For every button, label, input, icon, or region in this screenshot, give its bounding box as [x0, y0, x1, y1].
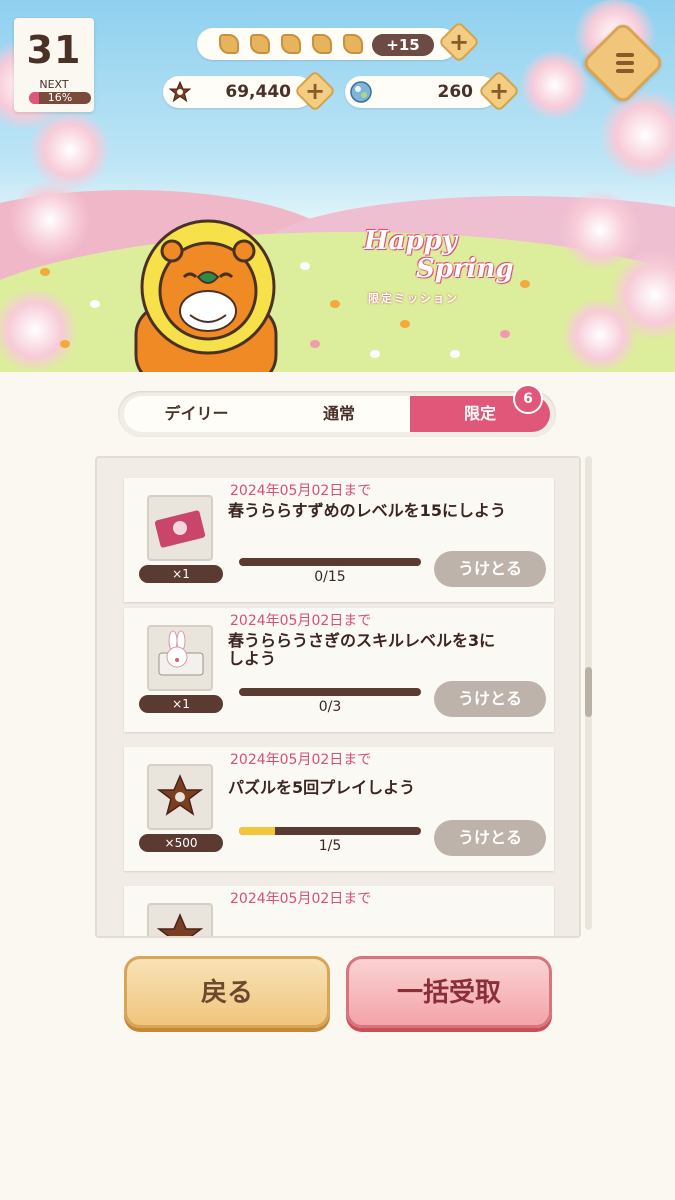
mission-deadline: 2024年05月02日まで	[230, 891, 372, 907]
ticket-icon	[154, 510, 206, 548]
mission-title: 春うららうさぎのスキルレベルを3にしよう	[228, 631, 496, 668]
mission-progress-fill	[239, 827, 276, 835]
stamina-cookie-icon	[281, 34, 301, 54]
mission-progress-text: 0/3	[318, 699, 342, 715]
reward-thumbnail	[147, 495, 213, 561]
mission-deadline: 2024年05月02日まで	[230, 613, 372, 629]
menu-icon-line	[616, 69, 634, 73]
mission-progress-text: 1/5	[318, 838, 342, 854]
reward-quantity: ×500	[139, 834, 223, 852]
gem-counter: 260	[345, 76, 497, 108]
mission-card: ×500 2024年05月02日まで パズルを5回プレイしよう 1/5 うけとる	[124, 747, 554, 871]
stamina-bonus: +15	[372, 34, 434, 56]
stamina-cookie-icon	[219, 34, 239, 54]
mission-card: ×1 2024年05月02日まで 春うららうさぎのスキルレベルを3にしよう 0/…	[124, 608, 554, 732]
claim-button[interactable]: うけとる	[434, 551, 546, 587]
mission-tabs: デイリー 通常 限定	[118, 391, 556, 437]
reward-thumbnail	[147, 625, 213, 691]
back-button[interactable]: 戻る	[124, 956, 330, 1028]
reward-thumbnail	[147, 764, 213, 830]
happy-spring-title: Happy Spring 限定ミッション	[362, 226, 522, 306]
plus-icon: +	[488, 77, 510, 105]
stamina-cookie-icon	[312, 34, 332, 54]
menu-icon	[616, 53, 634, 57]
tab-limited-count-badge: 6	[513, 384, 543, 414]
menu-icon-line	[616, 61, 634, 65]
claim-button[interactable]: うけとる	[434, 820, 546, 856]
mission-list[interactable]: ×1 2024年05月02日まで 春うららすずめのレベルを15にしよう 0/15…	[95, 456, 581, 938]
player-level: 31	[26, 28, 82, 72]
stamina-cookie-icon	[250, 34, 270, 54]
bulk-claim-button[interactable]: 一括受取	[346, 956, 552, 1028]
mission-list-scroll-thumb[interactable]	[585, 667, 592, 717]
next-level-progress-bar: 16%	[29, 92, 91, 104]
mission-card: ×1 2024年05月02日まで 春うららすずめのレベルを15にしよう 0/15…	[124, 478, 554, 602]
banner-title-line1: Happy	[364, 226, 457, 256]
reward-quantity: ×1	[139, 695, 223, 713]
tab-normal[interactable]: 通常	[267, 396, 411, 432]
stamina-cookie-icon	[343, 34, 363, 54]
banner-subtitle: 限定ミッション	[368, 292, 459, 305]
rabbit-piano-icon	[158, 630, 204, 676]
star-cookie-icon	[169, 81, 191, 103]
mission-progress-text: 0/15	[314, 569, 346, 585]
player-level-badge[interactable]: 31 NEXT 16%	[14, 18, 94, 112]
star-cookie-icon	[156, 774, 204, 816]
cookie-counter: 69,440	[163, 76, 313, 108]
mission-progress-bar	[239, 827, 421, 835]
mission-card: 2024年05月02日まで	[124, 886, 554, 936]
mission-deadline: 2024年05月02日まで	[230, 752, 372, 768]
mission-deadline: 2024年05月02日まで	[230, 483, 372, 499]
reward-quantity: ×1	[139, 565, 223, 583]
tab-daily[interactable]: デイリー	[124, 396, 270, 432]
next-level-percent: 16%	[47, 92, 73, 104]
lion-mascot-icon	[134, 219, 278, 372]
gem-icon	[350, 81, 372, 103]
star-cookie-icon	[156, 913, 204, 936]
plus-icon: +	[304, 77, 326, 105]
gem-amount: 260	[437, 82, 474, 102]
banner-title-line2: Spring	[416, 254, 514, 284]
cookie-amount: 69,440	[225, 82, 291, 102]
mission-title: パズルを5回プレイしよう	[228, 778, 416, 797]
reward-thumbnail	[147, 903, 213, 936]
next-label: NEXT	[39, 78, 69, 91]
plus-icon: +	[448, 28, 470, 56]
mission-title: 春うららすずめのレベルを15にしよう	[228, 501, 506, 520]
mission-progress-bar	[239, 558, 421, 566]
mission-progress-bar	[239, 688, 421, 696]
claim-button[interactable]: うけとる	[434, 681, 546, 717]
